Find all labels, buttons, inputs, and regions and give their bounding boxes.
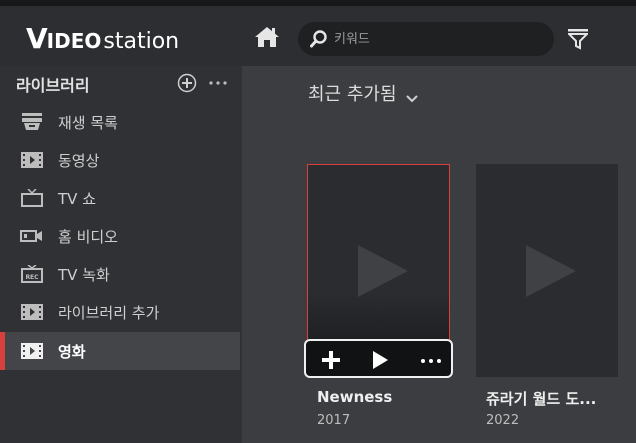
camcorder-icon bbox=[20, 227, 44, 245]
sidebar-item-label: TV 녹화 bbox=[58, 266, 110, 284]
videostation-logo[interactable]: V IDEO station bbox=[26, 22, 180, 55]
sidebar-item-tv-shows[interactable]: TV 쇼 bbox=[0, 179, 240, 217]
sidebar-item-home-video[interactable]: 홈 비디오 bbox=[0, 217, 240, 255]
movie-title[interactable]: Newness bbox=[317, 388, 392, 406]
sidebar: 라이브러리 재생 목록 동영상 TV 쇼 홈 비디오 REC TV 녹화 라이브… bbox=[0, 66, 242, 443]
play-icon bbox=[352, 241, 412, 301]
play-button-icon[interactable] bbox=[369, 349, 391, 371]
sidebar-item-label: 홈 비디오 bbox=[58, 228, 118, 246]
film-icon bbox=[20, 303, 44, 321]
tv-icon bbox=[20, 188, 44, 207]
search-input[interactable] bbox=[334, 29, 534, 49]
sidebar-item-label: 라이브러리 추가 bbox=[58, 304, 160, 322]
add-library-icon[interactable] bbox=[177, 73, 197, 93]
sidebar-item-videos[interactable]: 동영상 bbox=[0, 141, 240, 179]
sidebar-item-label: TV 쇼 bbox=[58, 190, 96, 208]
movie-card-poster[interactable] bbox=[476, 164, 618, 377]
sidebar-item-movies[interactable]: 영화 bbox=[0, 332, 240, 370]
film-icon bbox=[20, 151, 44, 169]
add-icon[interactable] bbox=[320, 349, 342, 371]
sidebar-item-label: 영화 bbox=[58, 343, 86, 361]
logo-station: station bbox=[103, 29, 180, 54]
svg-text:REC: REC bbox=[25, 274, 39, 281]
top-bar: V IDEO station bbox=[0, 0, 636, 66]
tv-rec-icon: REC bbox=[20, 264, 44, 283]
movie-title[interactable]: 쥬라기 월드 도... bbox=[486, 388, 596, 409]
filter-icon[interactable] bbox=[566, 28, 590, 50]
logo-v: V bbox=[26, 22, 48, 55]
chevron-down-icon bbox=[405, 88, 419, 103]
search-icon bbox=[310, 30, 328, 48]
movie-year: 2017 bbox=[317, 413, 351, 428]
more-options-icon[interactable] bbox=[420, 349, 442, 371]
play-icon bbox=[520, 241, 580, 301]
sidebar-item-add-library[interactable]: 라이브러리 추가 bbox=[0, 293, 240, 331]
film-icon bbox=[20, 342, 44, 360]
home-icon[interactable] bbox=[254, 26, 280, 48]
logo-ideo: IDEO bbox=[46, 29, 102, 53]
library-header: 라이브러리 bbox=[16, 76, 90, 95]
more-options-icon[interactable] bbox=[208, 74, 228, 92]
sidebar-item-label: 동영상 bbox=[58, 152, 100, 170]
movie-year: 2022 bbox=[486, 413, 520, 428]
playlist-icon bbox=[20, 113, 44, 131]
search-box bbox=[298, 22, 554, 56]
page-title: 최근 추가됨 bbox=[308, 84, 397, 105]
sidebar-item-label: 재생 목록 bbox=[58, 114, 118, 132]
sidebar-item-tv-recording[interactable]: REC TV 녹화 bbox=[0, 255, 240, 293]
sort-dropdown[interactable]: 최근 추가됨 bbox=[308, 80, 419, 106]
card-action-bar bbox=[304, 339, 453, 378]
sidebar-item-playlist[interactable]: 재생 목록 bbox=[0, 103, 240, 141]
